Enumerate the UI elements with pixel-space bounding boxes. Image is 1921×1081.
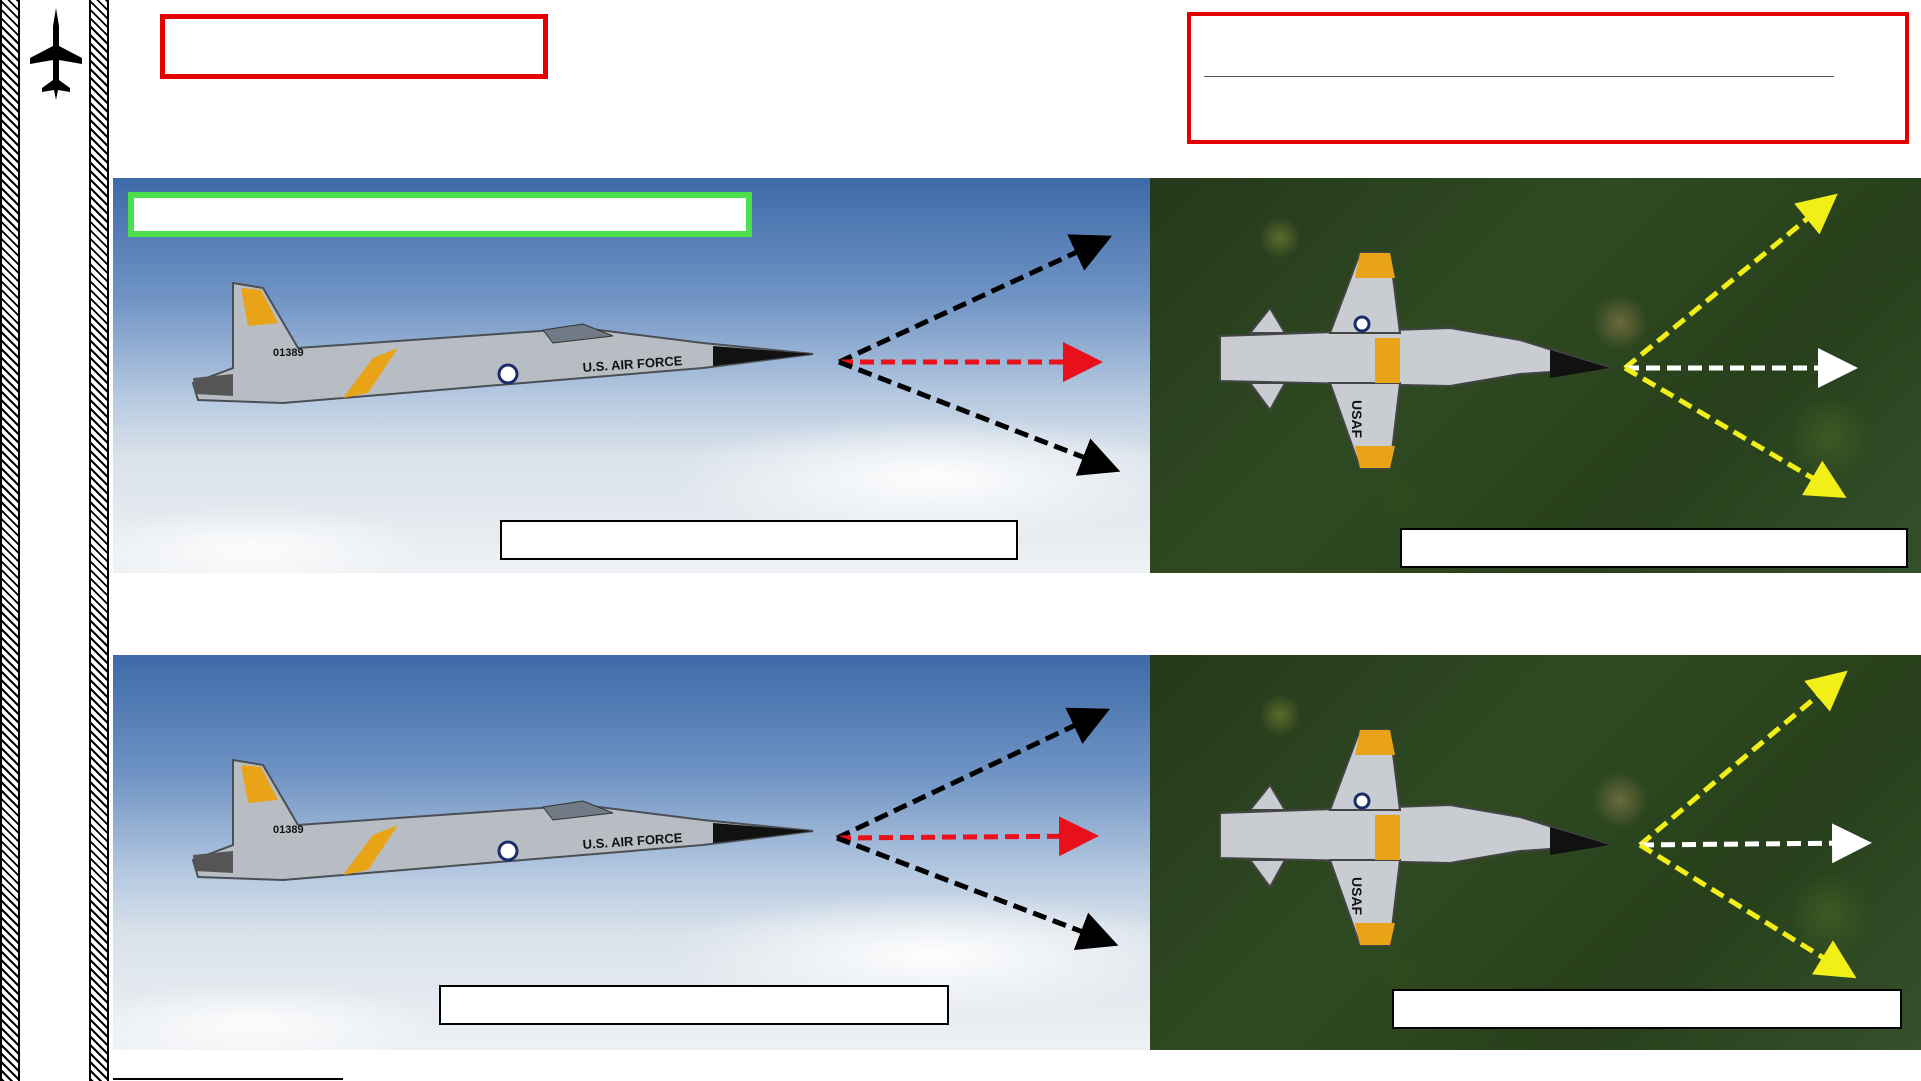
caption-box	[439, 985, 949, 1025]
caption-box	[1392, 989, 1902, 1029]
arrow-pitch-up	[837, 234, 1113, 365]
arrow-pitch-down	[838, 359, 1121, 476]
side-view-panel-2: 01389 U.S. AIR FORCE	[113, 655, 1150, 1050]
aircraft-side-view	[191, 758, 814, 882]
sidebar-rail-left	[0, 0, 20, 1081]
arrow-forward-boresight	[836, 816, 1099, 857]
tail-number: 01389	[273, 347, 304, 359]
top-view-panel-1: USAF	[1150, 178, 1921, 573]
arrow-forward-boresight	[1639, 823, 1872, 864]
footer-divider	[113, 1078, 343, 1080]
section-label-box	[128, 192, 752, 237]
side-view-panel-1: 01389 U.S. AIR FORCE	[113, 178, 1150, 573]
title-box	[160, 14, 548, 79]
aircraft-top-view: USAF	[1219, 729, 1611, 946]
note-divider	[1204, 76, 1834, 77]
wing-text: USAF	[1349, 400, 1365, 439]
arrow-yaw-left	[1623, 193, 1838, 370]
caption-box	[500, 520, 1018, 560]
arrow-pitch-down	[836, 835, 1119, 950]
fighter-jet-silhouette-icon	[30, 8, 82, 100]
caption-box	[1400, 528, 1908, 568]
arrow-yaw-left	[1638, 670, 1848, 847]
top-view-panel-2: USAF	[1150, 655, 1921, 1050]
arrow-yaw-right	[1638, 842, 1857, 979]
side-view-illustration: 01389 U.S. AIR FORCE	[191, 234, 1121, 476]
top-view-illustration: USAF	[1219, 193, 1858, 499]
arrow-yaw-right	[1623, 365, 1847, 499]
note-box	[1187, 12, 1909, 144]
wing-text: USAF	[1349, 877, 1365, 916]
aircraft-top-view: USAF	[1219, 252, 1611, 469]
arrow-pitch-up	[835, 707, 1111, 841]
tail-number: 01389	[273, 824, 304, 836]
aircraft-side-view	[191, 281, 814, 405]
sidebar-rail-right	[89, 0, 109, 1081]
